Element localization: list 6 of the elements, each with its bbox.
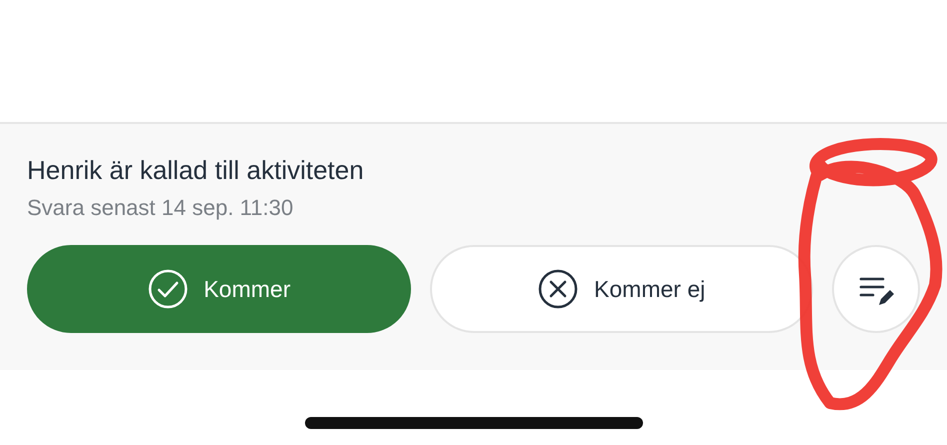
decline-button[interactable]: Kommer ej	[430, 245, 814, 333]
deadline-text: Svara senast 14 sep. 11:30	[27, 194, 294, 222]
check-circle-icon	[148, 269, 188, 309]
invitation-title: Henrik är kallad till aktiviteten	[27, 154, 365, 186]
close-circle-icon	[538, 269, 578, 309]
accept-button[interactable]: Kommer	[27, 245, 412, 333]
